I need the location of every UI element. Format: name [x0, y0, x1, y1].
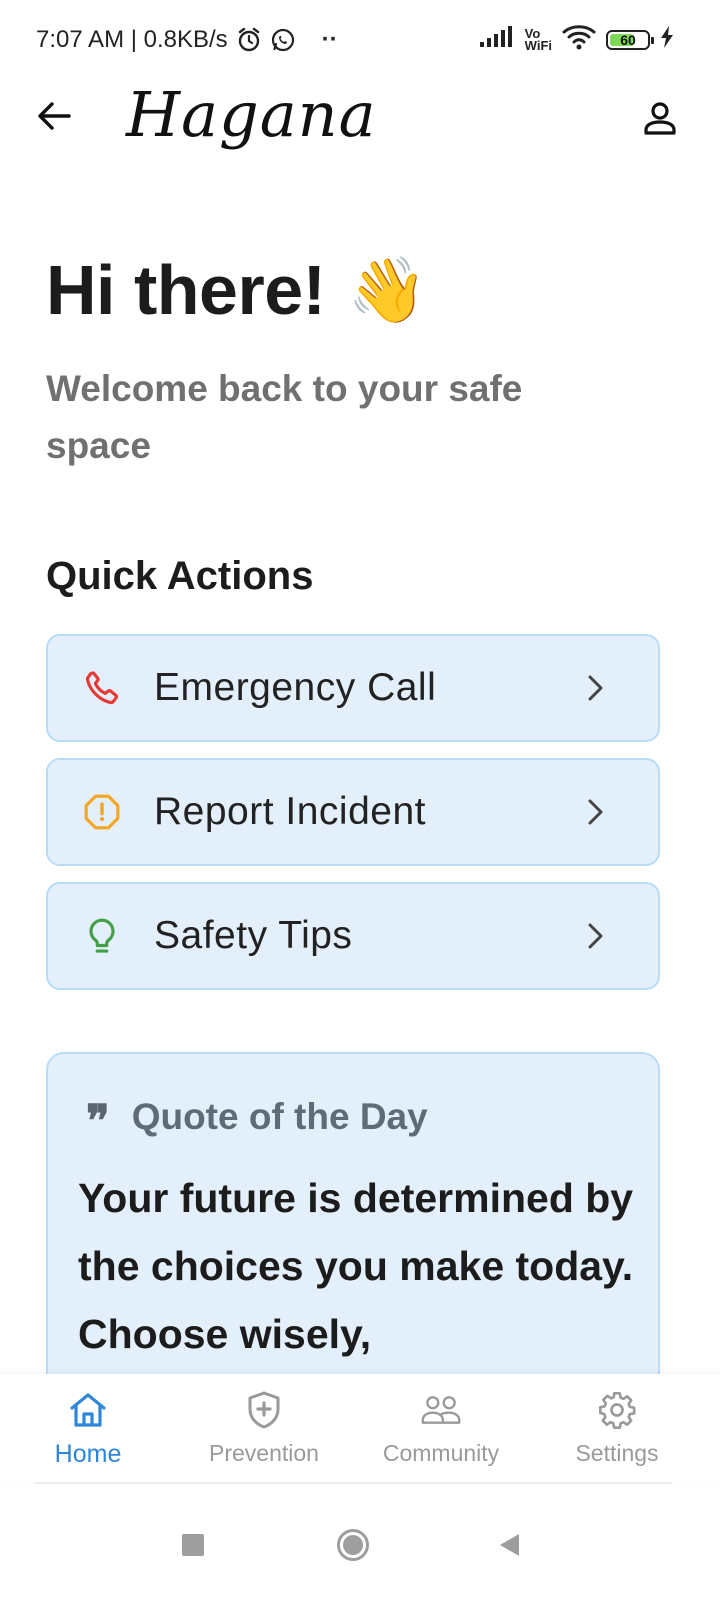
status-right: Vo WiFi 60: [479, 24, 674, 55]
greeting: Hi there! 👋: [46, 250, 427, 330]
nav-prevention-label: Prevention: [209, 1440, 319, 1466]
recents-button[interactable]: [168, 1520, 218, 1570]
triangle-back-icon: [500, 1534, 519, 1556]
shield-plus-icon: [244, 1390, 284, 1430]
back-arrow-icon: [38, 102, 71, 130]
nav-community-label: Community: [382, 1440, 500, 1466]
status-bar: 7:07 AM | 0.8KB/s ·· Vo WiFi 60: [0, 0, 720, 84]
battery-icon: 60: [606, 29, 654, 50]
greeting-title: Hi there!: [46, 251, 326, 329]
status-more: ··: [321, 26, 338, 53]
nav-prevention[interactable]: Prevention: [179, 1390, 349, 1467]
app-header: Hagana: [0, 78, 720, 174]
chevron-right-icon: [582, 798, 610, 826]
safety-tips-label: Safety Tips: [154, 914, 353, 957]
bottom-nav: Home Prevention Community Settings: [0, 1374, 720, 1484]
app-logo: Hagana: [126, 78, 377, 151]
whatsapp-icon: [270, 27, 296, 53]
home-icon: [68, 1390, 108, 1430]
report-incident-button[interactable]: Report Incident: [46, 758, 660, 866]
profile-button[interactable]: [638, 96, 682, 140]
profile-icon: [644, 102, 676, 135]
status-time-speed: 7:07 AM | 0.8KB/s: [36, 26, 228, 53]
chevron-right-icon: [582, 922, 610, 950]
emergency-call-button[interactable]: Emergency Call: [46, 634, 660, 742]
alert-octagon-icon: [82, 792, 122, 832]
quote-title: Quote of the Day: [131, 1096, 428, 1137]
system-nav: [0, 1490, 720, 1600]
square-icon: [182, 1534, 204, 1556]
status-left: 7:07 AM | 0.8KB/s ··: [36, 26, 338, 54]
nav-community[interactable]: Community: [356, 1390, 526, 1467]
quote-text: Your future is determined by the choices…: [78, 1175, 634, 1357]
quick-actions-title: Quick Actions: [46, 554, 314, 598]
phone-icon: [82, 668, 122, 708]
circle-icon: [337, 1529, 369, 1561]
nav-home[interactable]: Home: [3, 1390, 173, 1469]
alarm-icon: [236, 27, 262, 53]
greeting-subtitle: Welcome back to your safe space: [46, 368, 523, 466]
gear-icon: [597, 1390, 637, 1430]
lightbulb-icon: [82, 916, 122, 956]
signal-icon: [479, 26, 515, 53]
wifi-icon: [562, 24, 596, 55]
nav-divider: [34, 1482, 672, 1484]
chevron-right-icon: [582, 674, 610, 702]
quote-icon: ❞: [86, 1096, 110, 1147]
vowifi-label: Vo WiFi: [524, 27, 552, 53]
people-icon: [421, 1390, 461, 1430]
vowifi-bottom: WiFi: [524, 37, 552, 53]
back-system-button[interactable]: [484, 1520, 534, 1570]
nav-settings-label: Settings: [575, 1440, 659, 1466]
back-button[interactable]: [34, 96, 74, 136]
battery-level: 60: [620, 31, 636, 48]
home-system-button[interactable]: [328, 1520, 378, 1570]
quote-header: ❞ Quote of the Day: [86, 1090, 428, 1144]
waving-hand-icon: 👋: [347, 254, 428, 326]
safety-tips-button[interactable]: Safety Tips: [46, 882, 660, 990]
emergency-call-label: Emergency Call: [154, 666, 437, 709]
nav-home-label: Home: [54, 1440, 122, 1468]
nav-settings[interactable]: Settings: [532, 1390, 702, 1467]
report-incident-label: Report Incident: [154, 790, 426, 833]
charging-icon: [660, 26, 674, 53]
